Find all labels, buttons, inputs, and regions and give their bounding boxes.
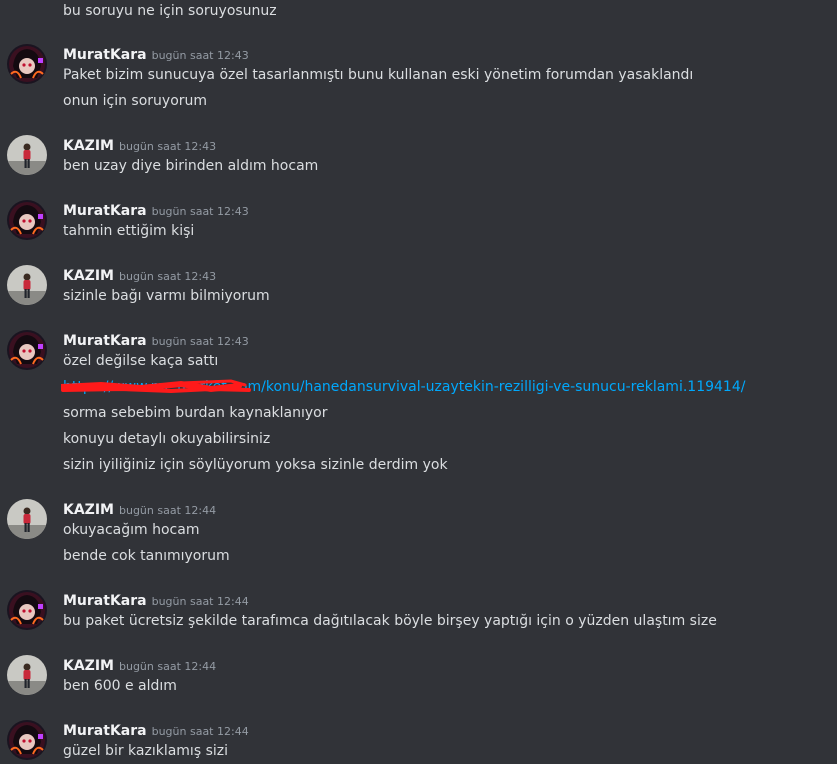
message-header: MuratKara bugün saat 12:43 bbox=[63, 44, 249, 64]
message-text: onun için soruyorum bbox=[63, 93, 208, 109]
chat-messages: bu soruyu ne için soruyosunuz MuratKara b… bbox=[0, 0, 837, 764]
timestamp: bugün saat 12:44 bbox=[118, 660, 217, 673]
message-header: KAZIM bugün saat 12:43 bbox=[63, 265, 216, 285]
timestamp: bugün saat 12:43 bbox=[151, 49, 249, 62]
timestamp: bugün saat 12:43 bbox=[151, 335, 249, 348]
message-header: MuratKara bugün saat 12:43 bbox=[63, 200, 249, 220]
username[interactable]: MuratKara bbox=[63, 333, 147, 349]
message-text: bu soruyu ne için soruyosunuz bbox=[63, 3, 277, 19]
kazim-avatar[interactable] bbox=[7, 135, 47, 175]
kazim-avatar[interactable] bbox=[7, 265, 47, 305]
message-header: MuratKara bugün saat 12:43 bbox=[63, 330, 249, 350]
muratkara-avatar[interactable] bbox=[7, 330, 47, 370]
message-text: güzel bir kazıklamış sizi bbox=[63, 743, 228, 759]
message-text: Paket bizim sunucuya özel tasarlanmıştı … bbox=[63, 67, 694, 83]
message-text: ben 600 e aldım bbox=[63, 678, 177, 694]
username[interactable]: MuratKara bbox=[63, 47, 147, 63]
timestamp: bugün saat 12:44 bbox=[118, 504, 217, 517]
kazim-avatar[interactable] bbox=[7, 655, 47, 695]
link-wrap: https://www.mc-market.com/konu/hanedansu… bbox=[61, 376, 745, 398]
username[interactable]: MuratKara bbox=[63, 723, 147, 739]
muratkara-avatar[interactable] bbox=[7, 590, 47, 630]
message-header: MuratKara bugün saat 12:44 bbox=[63, 720, 249, 740]
message-text: sizinle bağı varmı bilmiyorum bbox=[63, 288, 270, 304]
message-text: konuyu detaylı okuyabilirsiniz bbox=[63, 431, 271, 447]
message-link-line: https://www.mc-market.com/konu/hanedansu… bbox=[61, 376, 745, 398]
username[interactable]: MuratKara bbox=[63, 593, 147, 609]
muratkara-avatar[interactable] bbox=[7, 720, 47, 760]
message-text: bende cok tanımıyorum bbox=[63, 548, 230, 564]
message-text: tahmin ettiğim kişi bbox=[63, 223, 195, 239]
username[interactable]: KAZIM bbox=[63, 138, 114, 154]
message-header: KAZIM bugün saat 12:44 bbox=[63, 499, 216, 519]
username[interactable]: KAZIM bbox=[63, 268, 114, 284]
timestamp: bugün saat 12:43 bbox=[118, 140, 217, 153]
message-header: KAZIM bugün saat 12:43 bbox=[63, 135, 216, 155]
message-header: MuratKara bugün saat 12:44 bbox=[63, 590, 249, 610]
muratkara-avatar[interactable] bbox=[7, 44, 47, 84]
message-text: özel değilse kaça sattı bbox=[63, 353, 219, 369]
username[interactable]: MuratKara bbox=[63, 203, 147, 219]
username[interactable]: KAZIM bbox=[63, 658, 114, 674]
timestamp: bugün saat 12:44 bbox=[151, 725, 249, 738]
kazim-avatar[interactable] bbox=[7, 499, 47, 539]
username[interactable]: KAZIM bbox=[63, 502, 114, 518]
timestamp: bugün saat 12:44 bbox=[151, 595, 249, 608]
message-text: sorma sebebim burdan kaynaklanıyor bbox=[63, 405, 328, 421]
forum-link[interactable]: https://www.mc-market.com/konu/hanedansu… bbox=[63, 379, 745, 395]
timestamp: bugün saat 12:43 bbox=[151, 205, 249, 218]
message-text: sizin iyiliğiniz için söylüyorum yoksa s… bbox=[63, 457, 448, 473]
message-text: bu paket ücretsiz şekilde tarafımca dağı… bbox=[63, 613, 717, 629]
message-text: ben uzay diye birinden aldım hocam bbox=[63, 158, 319, 174]
message-text: okuyacağım hocam bbox=[63, 522, 200, 538]
muratkara-avatar[interactable] bbox=[7, 200, 47, 240]
message-header: KAZIM bugün saat 12:44 bbox=[63, 655, 216, 675]
timestamp: bugün saat 12:43 bbox=[118, 270, 217, 283]
